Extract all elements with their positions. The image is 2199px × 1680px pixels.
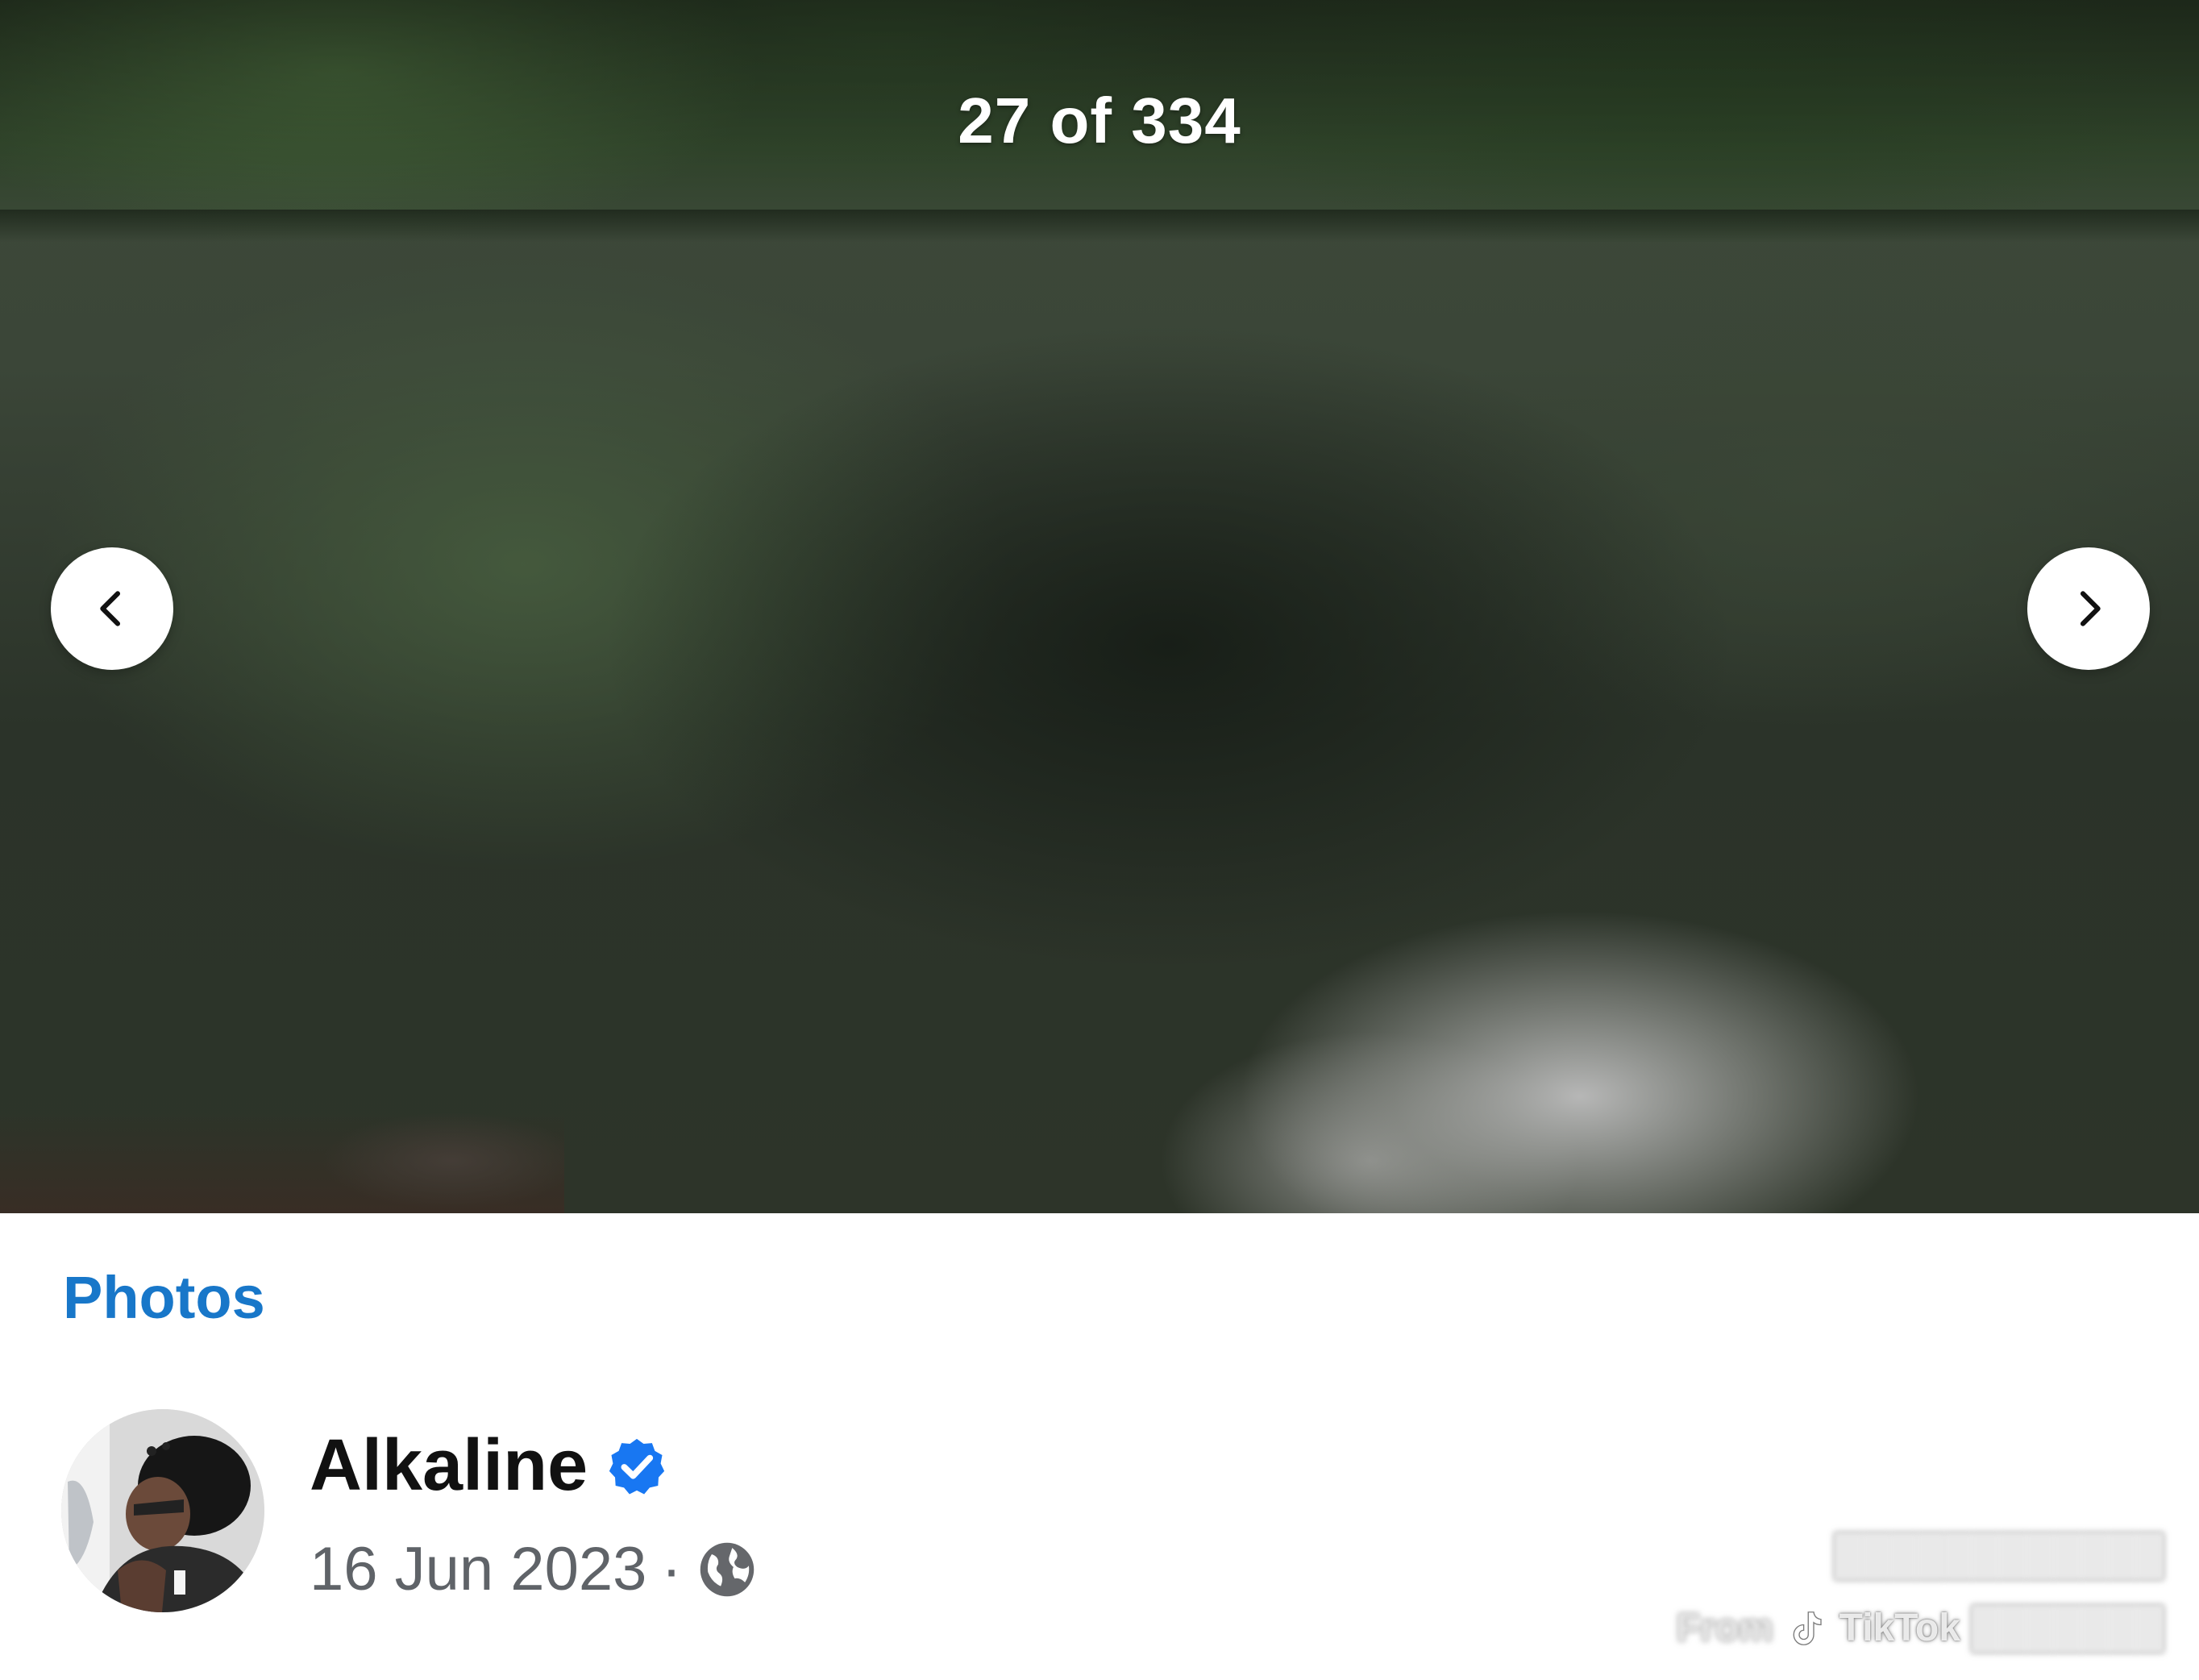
post-date[interactable]: 16 Jun 2023: [310, 1534, 646, 1604]
watermark-username: ████████████: [1834, 1534, 2164, 1577]
watermark-brand: TikTok: [1839, 1607, 1960, 1649]
avatar[interactable]: [61, 1409, 264, 1612]
verified-badge-icon: [609, 1438, 665, 1494]
photo-top-shade: [0, 0, 2199, 1213]
post-meta: 16 Jun 2023 ·: [310, 1534, 758, 1604]
watermark-prefix: From: [1676, 1607, 1773, 1649]
avatar-image: [61, 1409, 264, 1612]
author-name[interactable]: Alkaline: [310, 1424, 588, 1507]
meta-separator: ·: [661, 1535, 682, 1603]
tiktok-icon: [1793, 1611, 1822, 1645]
album-link[interactable]: Photos: [63, 1263, 265, 1332]
author-row: Alkaline: [310, 1424, 668, 1507]
chevron-right-icon: [2080, 591, 2101, 626]
watermark-handle: ███████: [1971, 1607, 2164, 1649]
photo-counter: 27 of 334: [958, 85, 1241, 156]
next-photo-button[interactable]: [2027, 547, 2150, 670]
globe-icon[interactable]: [696, 1539, 758, 1600]
chevron-left-icon: [100, 591, 121, 626]
previous-photo-button[interactable]: [51, 547, 173, 670]
photo-viewer[interactable]: 27 of 334: [0, 0, 2199, 1213]
tiktok-watermark: From TikTok ███████: [1677, 1606, 2164, 1650]
